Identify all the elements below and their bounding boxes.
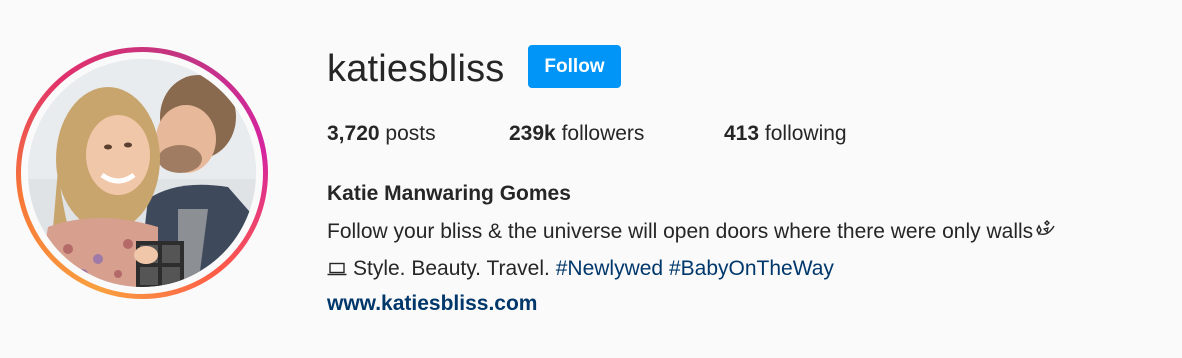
bio-line-1: Follow your bliss & the universe will op… [327,218,1056,246]
followers-label: followers [561,122,645,145]
bio-line-2-text: Style. Beauty. Travel. [353,257,550,280]
profile-full-name: Katie Manwaring Gomes [327,182,571,205]
following-link[interactable]: 413 following [724,120,847,148]
bio-line-1-text: Follow your bliss & the universe will op… [327,220,1034,243]
posts-label: posts [385,122,436,145]
posts-stat: 3,720 posts [327,120,436,148]
avatar-photo [28,59,256,287]
following-label: following [764,122,847,145]
follow-button[interactable]: Follow [528,45,621,88]
sparkle-icon [1036,220,1055,236]
profile-username: katiesbliss [327,48,505,90]
followers-link[interactable]: 239k followers [509,120,644,148]
following-count: 413 [724,122,760,145]
profile-website-link[interactable]: www.katiesbliss.com [327,290,537,318]
hashtag-babyontheway[interactable]: #BabyOnTheWay [669,257,834,280]
followers-count: 239k [509,122,556,145]
bio-line-2: Style. Beauty. Travel. #Newlywed #BabyOn… [327,255,834,283]
posts-count: 3,720 [327,122,380,145]
profile-avatar[interactable] [16,47,268,299]
laptop-icon [327,262,347,276]
hashtag-newlywed[interactable]: #Newlywed [556,257,663,280]
